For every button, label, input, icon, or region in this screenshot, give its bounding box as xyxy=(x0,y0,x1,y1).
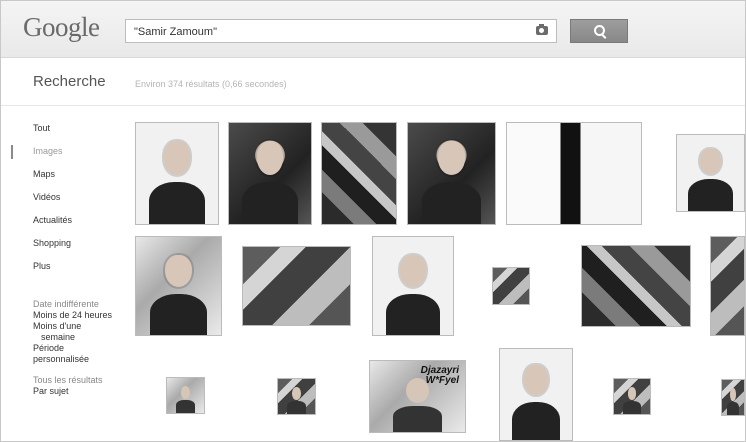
nav-videos[interactable]: Vidéos xyxy=(33,192,129,203)
result-stats: Environ 374 résultats (0,66 secondes) xyxy=(135,79,287,89)
nav-shopping[interactable]: Shopping xyxy=(33,238,129,249)
image-result-17[interactable] xyxy=(613,378,651,415)
image-overlay-text: Djazayri W*Fyel xyxy=(421,366,459,386)
image-result-12[interactable] xyxy=(710,236,745,336)
google-logo[interactable]: Google xyxy=(23,12,100,43)
image-result-14[interactable] xyxy=(277,378,316,415)
image-result-8[interactable] xyxy=(242,246,351,326)
image-result-4[interactable] xyxy=(407,122,496,225)
image-result-7[interactable] xyxy=(135,236,222,336)
nav-actualites[interactable]: Actualités xyxy=(33,215,129,226)
google-image-search-page: Google Recherche Environ 374 résultats (… xyxy=(0,0,746,442)
search-type-nav: Tout Images Maps Vidéos Actualités Shopp… xyxy=(33,123,129,284)
header-divider xyxy=(1,105,745,106)
active-nav-marker xyxy=(11,145,13,159)
tool-last-24-hours[interactable]: Moins de 24 heures xyxy=(33,310,123,321)
image-result-11[interactable] xyxy=(581,245,691,327)
tool-date-any[interactable]: Date indifférente xyxy=(33,299,123,310)
tool-period-line1[interactable]: Période xyxy=(33,343,123,354)
tool-less-than-week-line1[interactable]: Moins d'une xyxy=(33,321,123,332)
tool-by-subject[interactable]: Par sujet xyxy=(33,386,123,397)
image-result-1[interactable] xyxy=(135,122,219,225)
image-result-10[interactable] xyxy=(492,267,530,305)
image-result-6[interactable] xyxy=(676,134,745,212)
magnifier-icon xyxy=(594,25,605,36)
search-box[interactable] xyxy=(125,19,557,43)
image-result-9[interactable] xyxy=(372,236,454,336)
search-button[interactable] xyxy=(570,19,628,43)
nav-images[interactable]: Images xyxy=(33,146,129,157)
tool-less-than-week-line2[interactable]: semaine xyxy=(33,332,123,343)
image-result-13[interactable] xyxy=(166,377,205,414)
search-input[interactable] xyxy=(134,24,514,40)
image-result-2[interactable] xyxy=(228,122,312,225)
image-result-16[interactable] xyxy=(499,348,573,441)
image-result-15[interactable]: Djazayri W*Fyel xyxy=(369,360,466,433)
google-top-bar: Google xyxy=(1,1,745,58)
nav-maps[interactable]: Maps xyxy=(33,169,129,180)
camera-icon[interactable] xyxy=(536,24,548,35)
nav-tout[interactable]: Tout xyxy=(33,123,129,134)
image-result-3[interactable] xyxy=(321,122,397,225)
tool-all-results[interactable]: Tous les résultats xyxy=(33,375,123,386)
image-result-18[interactable] xyxy=(721,379,745,416)
search-tools: Date indifférente Moins de 24 heures Moi… xyxy=(33,299,123,397)
image-overlay-line-2: W*Fyel xyxy=(425,375,459,386)
nav-plus[interactable]: Plus xyxy=(33,261,129,272)
page-title: Recherche xyxy=(33,73,106,90)
tool-period-line2[interactable]: personnalisée xyxy=(33,354,123,365)
image-result-5[interactable] xyxy=(506,122,642,225)
